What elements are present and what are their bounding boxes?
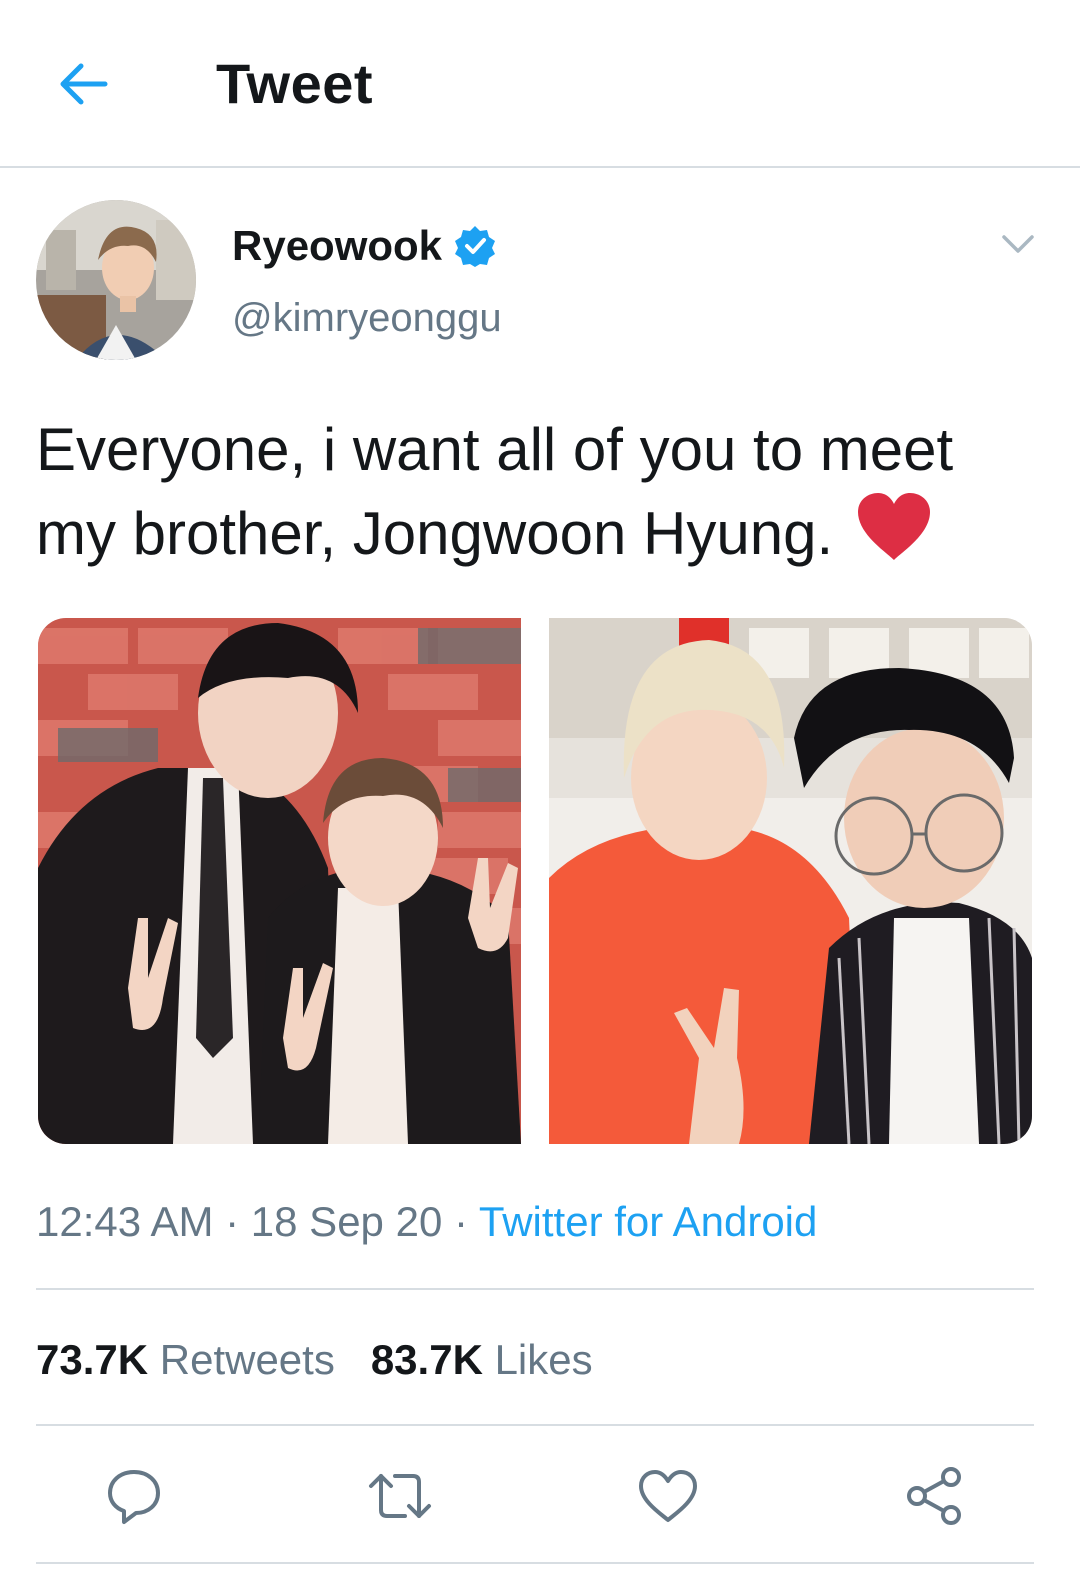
- retweet-button[interactable]: [364, 1460, 436, 1532]
- tweet-actions: [0, 1430, 1080, 1560]
- retweets-label: Retweets: [159, 1336, 335, 1383]
- meta-separator: ·: [213, 1198, 251, 1245]
- tweet-text: Everyone, i want all of you to meet my b…: [36, 408, 1046, 576]
- tweet-meta: 12:43 AM · 18 Sep 20 · Twitter for Andro…: [36, 1196, 817, 1248]
- display-name: Ryeowook: [232, 222, 443, 269]
- page-title: Tweet: [216, 52, 374, 115]
- retweets-count: 73.7K: [36, 1336, 149, 1383]
- more-options-button[interactable]: [996, 222, 1040, 266]
- likes-count: 83.7K: [370, 1336, 483, 1383]
- back-button[interactable]: [52, 52, 116, 116]
- divider: [36, 1562, 1034, 1564]
- arrow-left-icon: [60, 63, 108, 105]
- likes-stat[interactable]: 83.7K Likes: [371, 1334, 593, 1386]
- likes-label: Likes: [494, 1336, 593, 1383]
- author-handle[interactable]: @kimryeonggu: [232, 294, 502, 342]
- heart-outline-icon: [639, 1470, 697, 1522]
- verified-badge-icon: [455, 226, 496, 267]
- meta-separator: ·: [442, 1198, 479, 1245]
- avatar[interactable]: [36, 200, 196, 360]
- tweet-photo-1[interactable]: [38, 618, 521, 1144]
- tweet-stats: 73.7K Retweets 83.7K Likes: [36, 1334, 593, 1386]
- heart-emoji-icon: [857, 493, 930, 560]
- share-button[interactable]: [898, 1460, 970, 1532]
- reply-button[interactable]: [98, 1460, 170, 1532]
- tweet-source-link[interactable]: Twitter for Android: [479, 1198, 817, 1245]
- like-button[interactable]: [632, 1460, 704, 1532]
- media-grid: [38, 618, 1032, 1144]
- retweet-icon: [369, 1474, 431, 1518]
- divider: [36, 1288, 1034, 1290]
- divider: [36, 1424, 1034, 1426]
- tweet-photo-2[interactable]: [549, 618, 1032, 1144]
- tweet-date: 18 Sep 20: [250, 1198, 443, 1245]
- author-name[interactable]: Ryeowook: [232, 222, 496, 270]
- tweet-time: 12:43 AM: [36, 1198, 214, 1245]
- top-app-bar: Tweet: [0, 0, 1080, 168]
- share-icon: [907, 1467, 961, 1525]
- reply-icon: [108, 1470, 160, 1524]
- retweets-stat[interactable]: 73.7K Retweets: [36, 1334, 335, 1386]
- tweet-body: Everyone, i want all of you to meet my b…: [36, 416, 954, 567]
- chevron-down-icon: [1002, 235, 1034, 253]
